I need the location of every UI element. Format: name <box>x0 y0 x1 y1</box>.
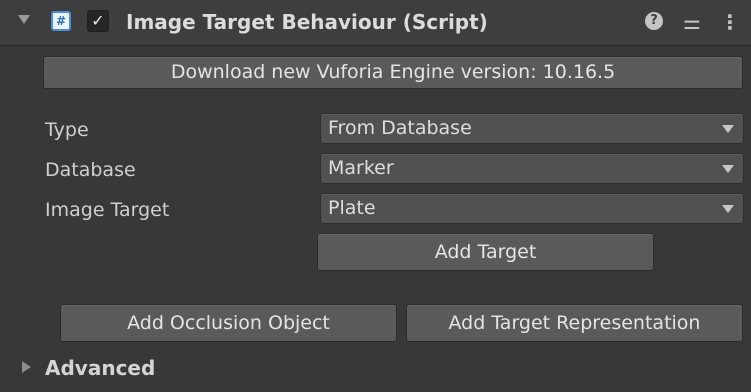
component-enabled-checkbox[interactable]: ✓ <box>87 10 109 32</box>
type-dropdown[interactable]: From Database <box>320 113 744 144</box>
chevron-down-icon <box>722 165 734 173</box>
database-value: Marker <box>328 157 394 179</box>
add-target-button[interactable]: Add Target <box>317 233 654 271</box>
database-dropdown[interactable]: Marker <box>320 153 744 184</box>
foldout-arrow-icon[interactable] <box>18 15 30 24</box>
add-occlusion-object-button[interactable]: Add Occlusion Object <box>60 304 397 342</box>
menu-icon[interactable]: ⋮ <box>720 8 740 36</box>
advanced-foldout-label[interactable]: Advanced <box>45 353 155 383</box>
component-header: # ✓ Image Target Behaviour (Script) ? ⚌ … <box>0 0 751 46</box>
type-label: Type <box>45 119 89 141</box>
chevron-down-icon <box>722 205 734 213</box>
database-label: Database <box>45 159 136 181</box>
component-title[interactable]: Image Target Behaviour (Script) <box>126 7 488 37</box>
add-target-representation-button[interactable]: Add Target Representation <box>406 304 743 342</box>
csharp-script-icon: # <box>51 11 71 31</box>
type-value: From Database <box>328 117 472 139</box>
image-target-label: Image Target <box>45 199 170 221</box>
download-vuforia-button[interactable]: Download new Vuforia Engine version: 10.… <box>43 56 743 89</box>
help-icon[interactable]: ? <box>645 12 663 30</box>
advanced-foldout-icon[interactable] <box>22 361 31 373</box>
image-target-value: Plate <box>328 197 376 219</box>
image-target-dropdown[interactable]: Plate <box>320 193 744 224</box>
chevron-down-icon <box>722 125 734 133</box>
presets-icon[interactable]: ⚌ <box>679 8 705 36</box>
